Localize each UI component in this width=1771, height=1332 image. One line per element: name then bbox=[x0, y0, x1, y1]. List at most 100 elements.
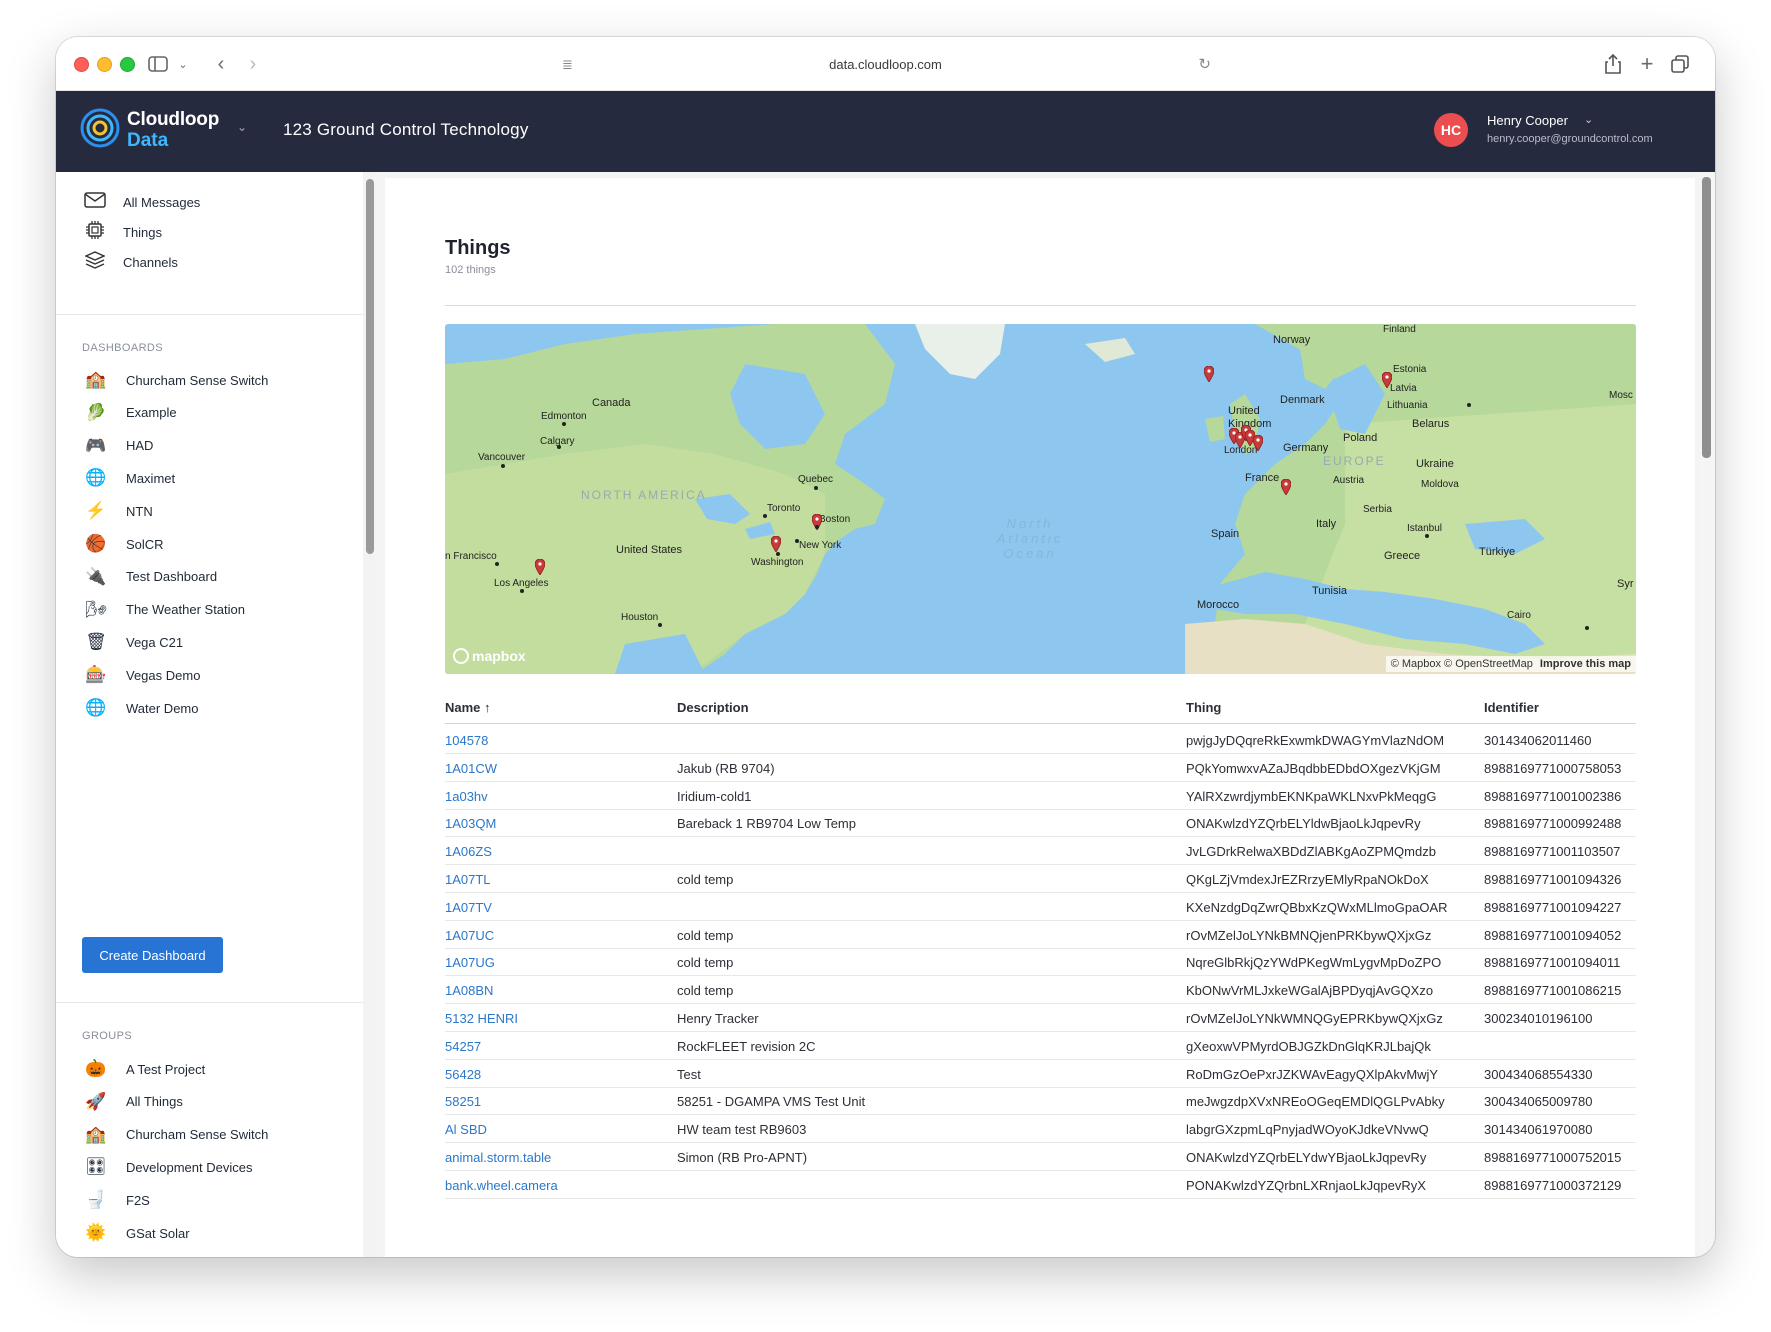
cloudloop-logo-icon[interactable] bbox=[80, 108, 120, 148]
item-label: Water Demo bbox=[126, 700, 199, 716]
thing-description: Test bbox=[677, 1066, 701, 1082]
minimize-window-button[interactable] bbox=[97, 57, 112, 72]
table-row[interactable]: animal.storm.table Simon (RB Pro-APNT) ONA… bbox=[445, 1143, 1636, 1171]
thing-description: Bareback 1 RB9704 Low Temp bbox=[677, 816, 856, 832]
thing-name-link[interactable]: 56428 bbox=[445, 1067, 481, 1082]
group-item[interactable]: 🌞 GSat Solar bbox=[56, 1216, 356, 1250]
reload-icon[interactable]: ↻ bbox=[1198, 55, 1211, 73]
tab-overview-icon[interactable] bbox=[1668, 51, 1692, 77]
sidebar-item-all-messages[interactable]: All Messages bbox=[56, 187, 356, 217]
column-header-name[interactable]: Name ↑ bbox=[445, 700, 491, 715]
table-row[interactable]: Al SBD HW team test RB9603 labgrGXzpmLqPny… bbox=[445, 1115, 1636, 1144]
group-item[interactable]: 🏫 Churcham Sense Switch bbox=[56, 1118, 356, 1152]
table-row[interactable]: 1A06ZS JvLGDrkRelwaXBDdZlABKgAoZPMQmdzb 89… bbox=[445, 837, 1636, 866]
forward-arrow-icon[interactable]: › bbox=[240, 51, 266, 77]
table-row[interactable]: 1A08BN cold temp KbONwVrMLJxkeWGalAjBPDyqj… bbox=[445, 976, 1636, 1005]
table-row[interactable]: 58251 58251 - DGAMPA VMS Test Unit meJwgzd… bbox=[445, 1087, 1636, 1116]
table-row[interactable]: 1A07TV KXeNzdgDqZwrQBbxKzQWxMLlmoGpaOAR 89… bbox=[445, 893, 1636, 921]
dashboard-item[interactable]: 🏀 SolCR bbox=[56, 527, 356, 561]
address-bar[interactable]: ≣ data.cloudloop.com ↻ bbox=[548, 49, 1223, 79]
column-header-description[interactable]: Description bbox=[677, 700, 749, 715]
map-marker-icon[interactable] bbox=[1252, 434, 1264, 452]
table-row[interactable]: 56428 Test RoDmGzOePxrJZKWAvEagyQXlpAkvMwj… bbox=[445, 1060, 1636, 1088]
thing-name-link[interactable]: animal.storm.table bbox=[445, 1150, 551, 1165]
thing-description: 58251 - DGAMPA VMS Test Unit bbox=[677, 1094, 866, 1110]
zoom-window-button[interactable] bbox=[120, 57, 135, 72]
table-row[interactable]: 1A07TL cold temp QKgLZjVmdexJrEZRrzyEMlyRp… bbox=[445, 865, 1636, 893]
map-marker-icon[interactable] bbox=[1203, 365, 1215, 383]
thing-name-link[interactable]: 5132 HENRI bbox=[445, 1011, 518, 1026]
table-row[interactable]: 1A01CW Jakub (RB 9704) PQkYomwxvAZaJBqdbbE… bbox=[445, 754, 1636, 782]
attribution-text[interactable]: © Mapbox © OpenStreetMap bbox=[1391, 658, 1533, 670]
group-item[interactable]: 🎃 A Test Project bbox=[56, 1052, 356, 1086]
table-row[interactable]: 54257 RockFLEET revision 2C gXeoxwVPMyrdOB… bbox=[445, 1032, 1636, 1060]
thing-name-link[interactable]: Al SBD bbox=[445, 1122, 487, 1137]
thing-name-link[interactable]: 1A07UC bbox=[445, 928, 494, 943]
thing-name-link[interactable]: 1a03hv bbox=[445, 789, 488, 804]
user-menu-chevron-icon[interactable]: ⌄ bbox=[1584, 113, 1593, 126]
improve-map-link[interactable]: Improve this map bbox=[1540, 658, 1631, 670]
dashboard-item[interactable]: 🌬 The Weather Station bbox=[56, 593, 356, 627]
column-header-identifier[interactable]: Identifier bbox=[1484, 700, 1539, 715]
org-switcher-chevron-icon[interactable]: ⌄ bbox=[237, 120, 247, 134]
table-row[interactable]: 1A03QM Bareback 1 RB9704 Low Temp ONAKwlzd… bbox=[445, 809, 1636, 838]
sidebar-item-things[interactable]: Things bbox=[56, 217, 356, 247]
group-item[interactable]: 🛰Globalstar bbox=[56, 1249, 356, 1257]
thing-name-link[interactable]: 1A07TV bbox=[445, 900, 492, 915]
mapbox-logo[interactable]: mapbox bbox=[453, 648, 526, 664]
group-item[interactable]: 🎛 Development Devices bbox=[56, 1150, 356, 1184]
organization-name[interactable]: 123 Ground Control Technology bbox=[283, 120, 529, 140]
thing-name-link[interactable]: 58251 bbox=[445, 1094, 481, 1109]
chevron-down-icon[interactable]: ⌄ bbox=[174, 51, 192, 77]
map-label: Tunisia bbox=[1312, 585, 1348, 597]
table-row[interactable]: 1a03hv Iridium-cold1 YAlRXzwrdjymbEKNKpaWK… bbox=[445, 782, 1636, 810]
dashboard-item[interactable]: 🥬 Example bbox=[56, 396, 356, 430]
thing-name-link[interactable]: 1A03QM bbox=[445, 816, 496, 831]
group-emoji-icon: 🌞 bbox=[85, 1223, 107, 1242]
table-row[interactable]: 1A07UC cold temp rOvMZelJoLYNkBMNQjenPRKby… bbox=[445, 921, 1636, 949]
thing-name-link[interactable]: 1A01CW bbox=[445, 761, 497, 776]
group-item[interactable]: 🚀 All Things bbox=[56, 1085, 356, 1119]
page-title: Things bbox=[445, 237, 511, 259]
thing-name-link[interactable]: 1A07UG bbox=[445, 955, 495, 970]
dashboard-item[interactable]: 🎰 Vegas Demo bbox=[56, 658, 356, 692]
new-tab-icon[interactable]: + bbox=[1635, 51, 1659, 77]
map-label: Norway bbox=[1273, 334, 1311, 346]
table-row[interactable]: 104578 pwjgJyDQqreRkExwmkDWAGYmVlazNdOM 30… bbox=[445, 726, 1636, 754]
table-row[interactable]: 1A07UG cold temp NqreGlbRkjQzYWdPKegWmLygv… bbox=[445, 948, 1636, 977]
thing-name-link[interactable]: 54257 bbox=[445, 1039, 481, 1054]
thing-name-link[interactable]: 1A07TL bbox=[445, 872, 491, 887]
dashboard-item[interactable]: 🗑 Vega C21 bbox=[56, 625, 356, 659]
envelope-icon bbox=[84, 191, 106, 213]
dashboard-item[interactable]: 🏫 Churcham Sense Switch bbox=[56, 363, 356, 397]
share-icon[interactable] bbox=[1601, 51, 1625, 77]
dashboard-item[interactable]: 🌐 Water Demo bbox=[56, 691, 356, 725]
dashboard-item[interactable]: 🌐 Maximet bbox=[56, 461, 356, 495]
avatar[interactable]: HC bbox=[1434, 113, 1468, 147]
dashboard-item[interactable]: ⚡ NTN bbox=[56, 494, 356, 528]
sidebar-scrollbar[interactable] bbox=[366, 179, 374, 554]
map-marker-icon[interactable] bbox=[534, 558, 546, 576]
user-name[interactable]: Henry Cooper bbox=[1487, 113, 1568, 128]
dashboard-item[interactable]: 🔌 Test Dashboard bbox=[56, 560, 356, 594]
map-marker-icon[interactable] bbox=[770, 535, 782, 553]
dashboard-item[interactable]: 🎮 HAD bbox=[56, 429, 356, 463]
thing-name-link[interactable]: 1A06ZS bbox=[445, 844, 492, 859]
thing-name-link[interactable]: 104578 bbox=[445, 733, 488, 748]
thing-name-link[interactable]: 1A08BN bbox=[445, 983, 493, 998]
sidebar-toggle-icon[interactable] bbox=[146, 51, 170, 77]
back-arrow-icon[interactable]: ‹ bbox=[208, 51, 234, 77]
thing-name-link[interactable]: bank.wheel.camera bbox=[445, 1178, 558, 1193]
close-window-button[interactable] bbox=[74, 57, 89, 72]
group-item[interactable]: 🚽 F2S bbox=[56, 1183, 356, 1217]
create-dashboard-button[interactable]: Create Dashboard bbox=[82, 937, 223, 973]
things-map[interactable]: Canada Edmonton Calgary Vancouver NORTH … bbox=[445, 324, 1636, 674]
table-row[interactable]: 5132 HENRI Henry Tracker rOvMZelJoLYNkWMNQ… bbox=[445, 1004, 1636, 1032]
table-row[interactable]: bank.wheel.camera PONAKwlzdYZQrbnLXRnjaoL… bbox=[445, 1171, 1636, 1199]
main-scrollbar[interactable] bbox=[1702, 177, 1711, 458]
map-marker-icon[interactable] bbox=[1381, 371, 1393, 389]
column-header-thing[interactable]: Thing bbox=[1186, 700, 1221, 715]
map-marker-icon[interactable] bbox=[1280, 478, 1292, 496]
sidebar-item-channels[interactable]: Channels bbox=[56, 247, 356, 277]
thing-key: meJwgzdpXVxNREoOGeqEMDlQGLPvAbky bbox=[1186, 1094, 1445, 1110]
